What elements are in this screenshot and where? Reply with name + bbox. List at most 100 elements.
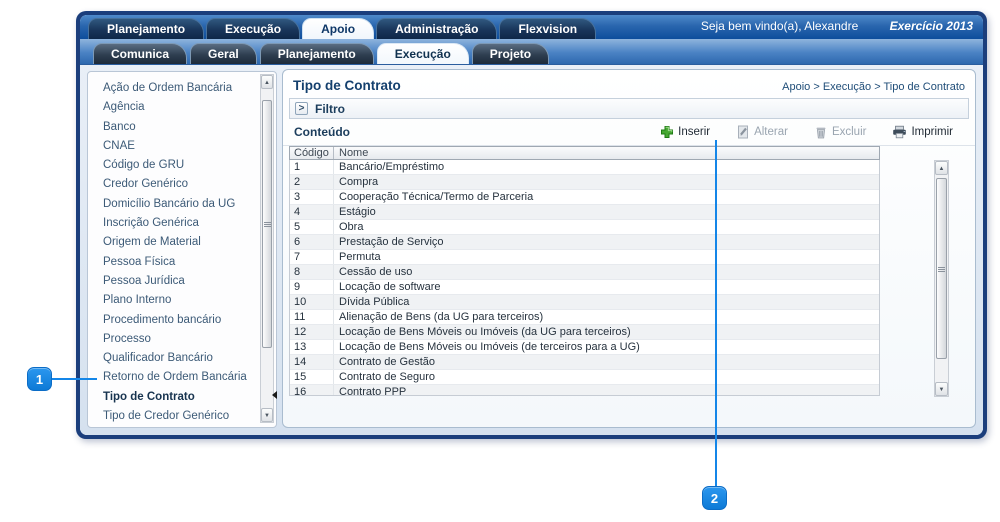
sidebar-item-acao-de-ordem-bancaria[interactable]: Ação de Ordem Bancária xyxy=(88,79,276,98)
cell-codigo: 16 xyxy=(290,385,334,396)
sidebar-item-codigo-de-gru[interactable]: Código de GRU xyxy=(88,156,276,175)
table-row[interactable]: 1Bancário/Empréstimo xyxy=(290,160,879,175)
cell-codigo: 13 xyxy=(290,340,334,354)
sub-tab-comunica[interactable]: Comunica xyxy=(93,43,187,64)
scroll-up-icon[interactable]: ▲ xyxy=(261,75,273,89)
table-body: 1Bancário/Empréstimo2Compra3Cooperação T… xyxy=(289,160,880,396)
table-row[interactable]: 4Estágio xyxy=(290,205,879,220)
sub-tab-projeto[interactable]: Projeto xyxy=(472,43,549,64)
edit-button[interactable]: Alterar xyxy=(736,125,788,139)
cell-nome: Locação de Bens Móveis ou Imóveis (da UG… xyxy=(334,325,879,339)
scroll-grip-icon xyxy=(264,222,271,227)
sidebar-item-inscricao-generica[interactable]: Inscrição Genérica xyxy=(88,214,276,233)
sub-tab-planejamento[interactable]: Planejamento xyxy=(260,43,374,64)
filter-label: Filtro xyxy=(315,102,345,116)
main-tab-apoio[interactable]: Apoio xyxy=(302,18,374,39)
main-tab-execucao[interactable]: Execução xyxy=(206,18,300,39)
table-row[interactable]: 6Prestação de Serviço xyxy=(290,235,879,250)
panel-header: Tipo de Contrato Apoio > Execução > Tipo… xyxy=(283,70,975,98)
sidebar-item-retorno-de-ordem-bancaria[interactable]: Retorno de Ordem Bancária xyxy=(88,368,276,387)
table-scrollbar[interactable]: ▲ ▼ xyxy=(934,160,949,397)
main-tab-administracao[interactable]: Administração xyxy=(376,18,497,39)
sidebar-item-tipo-de-contrato[interactable]: Tipo de Contrato xyxy=(88,388,276,407)
table-row[interactable]: 8Cessão de uso xyxy=(290,265,879,280)
content-toolbar: Conteúdo Inserir xyxy=(283,119,975,146)
cell-nome: Alienação de Bens (da UG para terceiros) xyxy=(334,310,879,324)
sidebar-item-agencia[interactable]: Agência xyxy=(88,98,276,117)
sidebar-item-credor-generico[interactable]: Credor Genérico xyxy=(88,175,276,194)
table-row[interactable]: 2Compra xyxy=(290,175,879,190)
cell-nome: Estágio xyxy=(334,205,879,219)
table-row[interactable]: 9Locação de software xyxy=(290,280,879,295)
sidebar-item-pessoa-fisica[interactable]: Pessoa Física xyxy=(88,253,276,272)
filter-expand-button[interactable]: > xyxy=(295,102,308,115)
cell-codigo: 1 xyxy=(290,160,334,174)
welcome-area: Seja bem vindo(a), Alexandre Exercício 2… xyxy=(701,19,973,33)
table-row[interactable]: 15Contrato de Seguro xyxy=(290,370,879,385)
trash-icon xyxy=(814,125,828,139)
cell-nome: Contrato de Seguro xyxy=(334,370,879,384)
edit-button-label: Alterar xyxy=(754,126,788,138)
sidebar-item-plano-interno[interactable]: Plano Interno xyxy=(88,291,276,310)
scroll-grip-icon xyxy=(938,267,945,272)
cell-nome: Obra xyxy=(334,220,879,234)
table-row[interactable]: 5Obra xyxy=(290,220,879,235)
cell-codigo: 7 xyxy=(290,250,334,264)
table-scroll-thumb[interactable] xyxy=(936,178,947,359)
main-panel: Tipo de Contrato Apoio > Execução > Tipo… xyxy=(282,69,976,428)
main-tab-planejamento[interactable]: Planejamento xyxy=(88,18,204,39)
scroll-down-icon[interactable]: ▼ xyxy=(935,382,948,396)
sidebar-item-tipo-de-domicilio-bancario[interactable]: Tipo de Domicílio Bancário xyxy=(88,426,276,428)
table-row[interactable]: 10Dívida Pública xyxy=(290,295,879,310)
sidebar-scroll-thumb[interactable] xyxy=(262,100,272,348)
sidebar-item-tipo-de-credor-generico[interactable]: Tipo de Credor Genérico xyxy=(88,407,276,426)
print-button[interactable]: Imprimir xyxy=(892,125,953,139)
sub-tab-execucao[interactable]: Execução xyxy=(377,43,469,64)
sidebar-item-qualificador-bancario[interactable]: Qualificador Bancário xyxy=(88,349,276,368)
scroll-down-icon[interactable]: ▼ xyxy=(261,408,273,422)
cell-codigo: 9 xyxy=(290,280,334,294)
table-row[interactable]: 13Locação de Bens Móveis ou Imóveis (de … xyxy=(290,340,879,355)
printer-icon xyxy=(892,125,907,139)
table-header: Código Nome xyxy=(289,146,880,160)
insert-button[interactable]: Inserir xyxy=(660,125,710,139)
cell-nome: Bancário/Empréstimo xyxy=(334,160,879,174)
annotation-callout-1: 1 xyxy=(27,367,52,391)
column-header-codigo[interactable]: Código xyxy=(290,147,334,159)
sub-tab-strip: ComunicaGeralPlanejamentoExecuçãoProjeto xyxy=(93,43,549,64)
sidebar-scrollbar[interactable]: ▲ ▼ xyxy=(260,74,274,423)
sidebar-item-cnae[interactable]: CNAE xyxy=(88,137,276,156)
edit-icon xyxy=(736,125,750,139)
table-row[interactable]: 14Contrato de Gestão xyxy=(290,355,879,370)
sidebar-menu: Ação de Ordem BancáriaAgênciaBancoCNAECó… xyxy=(88,72,276,428)
filter-bar[interactable]: > Filtro xyxy=(289,98,969,119)
app-window: PlanejamentoExecuçãoApoioAdministraçãoFl… xyxy=(76,11,987,439)
cell-nome: Contrato de Gestão xyxy=(334,355,879,369)
table-row[interactable]: 11Alienação de Bens (da UG para terceiro… xyxy=(290,310,879,325)
table-row[interactable]: 7Permuta xyxy=(290,250,879,265)
column-header-nome[interactable]: Nome xyxy=(334,147,879,159)
sidebar-item-domicilio-bancario-da-ug[interactable]: Domicílio Bancário da UG xyxy=(88,195,276,214)
table-row[interactable]: 12Locação de Bens Móveis ou Imóveis (da … xyxy=(290,325,879,340)
cell-nome: Contrato PPP xyxy=(334,385,879,396)
app-window-inner: PlanejamentoExecuçãoApoioAdministraçãoFl… xyxy=(80,15,983,435)
cell-nome: Locação de Bens Móveis ou Imóveis (de te… xyxy=(334,340,879,354)
breadcrumb: Apoio > Execução > Tipo de Contrato xyxy=(782,81,965,93)
toolbar-buttons: Inserir Alterar xyxy=(660,125,953,139)
cell-codigo: 5 xyxy=(290,220,334,234)
sidebar-item-pessoa-juridica[interactable]: Pessoa Jurídica xyxy=(88,272,276,291)
sidebar-item-origem-de-material[interactable]: Origem de Material xyxy=(88,233,276,252)
sidebar-collapse-handle[interactable] xyxy=(270,387,278,402)
sidebar-item-processo[interactable]: Processo xyxy=(88,330,276,349)
table-row[interactable]: 16Contrato PPP xyxy=(290,385,879,396)
exercise-label: Exercício 2013 xyxy=(890,19,973,33)
sub-tab-geral[interactable]: Geral xyxy=(190,43,257,64)
sidebar-item-procedimento-bancario[interactable]: Procedimento bancário xyxy=(88,311,276,330)
delete-button[interactable]: Excluir xyxy=(814,125,867,139)
cell-nome: Prestação de Serviço xyxy=(334,235,879,249)
sidebar-item-banco[interactable]: Banco xyxy=(88,118,276,137)
insert-button-label: Inserir xyxy=(678,126,710,138)
table-row[interactable]: 3Cooperação Técnica/Termo de Parceria xyxy=(290,190,879,205)
main-tab-flexvision[interactable]: Flexvision xyxy=(499,18,596,39)
scroll-up-icon[interactable]: ▲ xyxy=(935,161,948,175)
